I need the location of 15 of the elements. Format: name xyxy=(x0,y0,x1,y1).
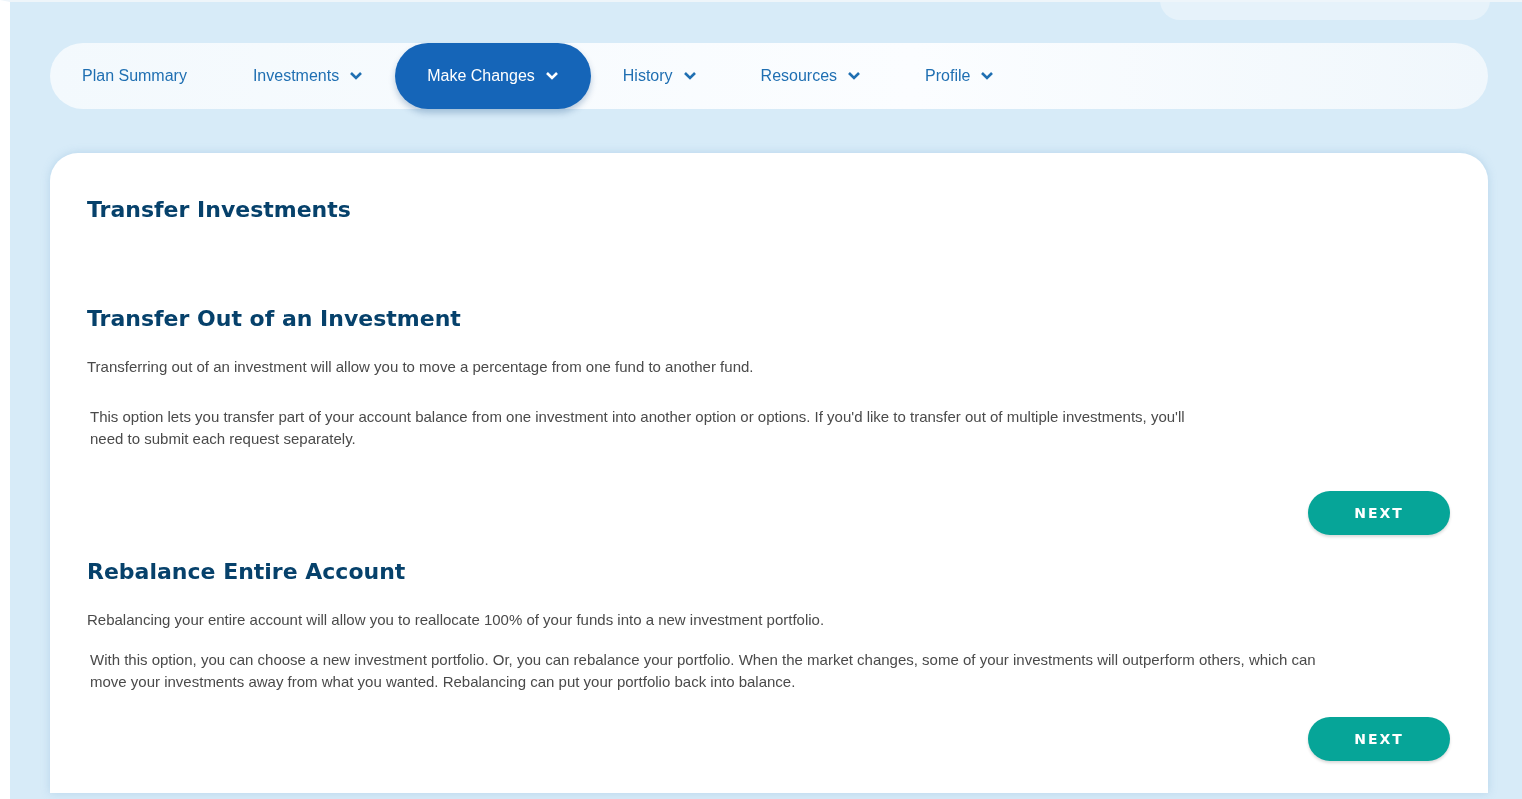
section-description: This option lets you transfer part of your account balance from one investment into another option or options. If you'd like to transfer out of multiple investments, you'll need to submit each request separately. xyxy=(89,407,1186,449)
section-heading: Rebalance Entire Account xyxy=(87,559,407,584)
nav-tab[interactable]: Plan Summary xyxy=(50,43,219,109)
nav-tab[interactable]: History xyxy=(590,43,729,109)
section-heading: Transfer Out of an Investment xyxy=(87,306,462,331)
nav-tab[interactable]: Investments xyxy=(220,43,396,109)
nav-tab[interactable]: Make Changes xyxy=(395,43,591,109)
next-button[interactable]: NEXT xyxy=(1308,491,1450,535)
section-summary: Rebalancing your entire account will allow you to reallocate 100% of your funds into a new investment portfolio. xyxy=(87,610,826,630)
nav-tab[interactable]: Profile xyxy=(893,43,1027,109)
page-title: Transfer Investments xyxy=(87,197,352,222)
next-button[interactable]: NEXT xyxy=(1308,717,1450,761)
nav-tab[interactable]: Resources xyxy=(728,43,894,109)
section-summary: Transferring out of an investment will allow you to move a percentage from one fund to another fund. xyxy=(87,357,755,377)
section-description: With this option, you can choose a new investment portfolio. Or, you can rebalance your portfolio. When the market changes, some of your investments will outperform others, which can move your investments away from what you wanted. Rebalancing can put your portfolio back into balance. xyxy=(89,650,1317,692)
